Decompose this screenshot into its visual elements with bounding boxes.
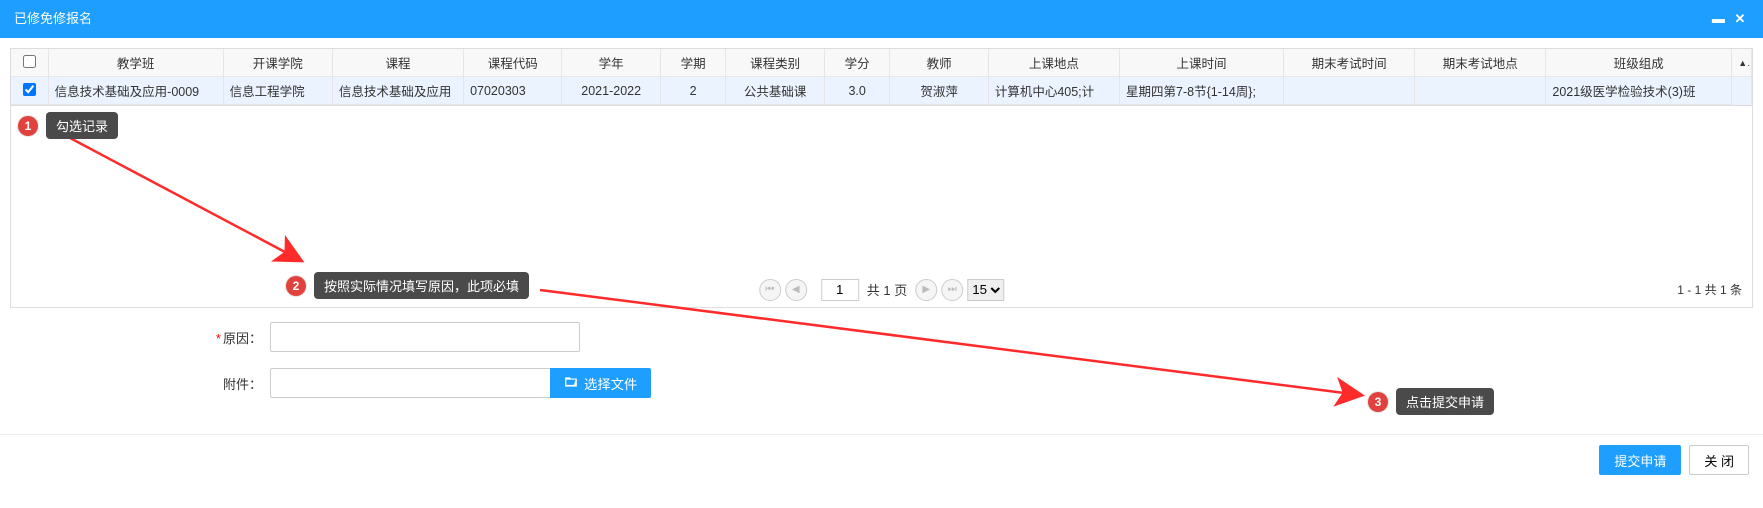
cell: 2021-2022: [562, 77, 660, 105]
cell: 信息工程学院: [223, 77, 332, 105]
col-header: 学年: [562, 49, 660, 77]
cell: 贺淑萍: [890, 77, 988, 105]
col-header: 课程类别: [726, 49, 824, 77]
table-empty-area: [10, 106, 1753, 272]
cell: 3.0: [824, 77, 890, 105]
cell: 2: [660, 77, 726, 105]
folder-open-icon: [564, 375, 578, 392]
pager-last-button[interactable]: ⏭: [941, 279, 963, 301]
reason-label: 原因：: [10, 328, 270, 347]
header-checkbox-cell: [11, 49, 48, 77]
col-header: 课程: [332, 49, 463, 77]
pagination-bar: ⏮ ◀ 共 1 页 ▶ ⏭ 15 1 - 1 共 1 条: [10, 272, 1753, 308]
pager-next-button[interactable]: ▶: [915, 279, 937, 301]
pager-size-select[interactable]: 15: [967, 279, 1004, 301]
cell: 计算机中心405;计: [988, 77, 1119, 105]
table-row[interactable]: 信息技术基础及应用-0009 信息工程学院 信息技术基础及应用 07020303…: [11, 77, 1752, 105]
dialog-footer: 提交申请 关 闭: [0, 434, 1763, 484]
cell: 信息技术基础及应用-0009: [48, 77, 223, 105]
form-area: 原因： 附件： 选择文件: [10, 308, 1753, 414]
col-header: 上课地点: [988, 49, 1119, 77]
vscroll-header: ▲: [1732, 49, 1752, 77]
cell: 星期四第7-8节{1-14周};: [1120, 77, 1284, 105]
col-header: 班级组成: [1546, 49, 1732, 77]
attachment-path-input[interactable]: [270, 368, 550, 398]
cell: 2021级医学检验技术(3)班: [1546, 77, 1732, 105]
window-controls: ▬ ✕: [1709, 0, 1749, 38]
window-titlebar: 已修免修报名 ▬ ✕: [0, 0, 1763, 38]
select-all-checkbox[interactable]: [23, 55, 36, 68]
col-header: 教学班: [48, 49, 223, 77]
col-header: 学分: [824, 49, 890, 77]
reason-input[interactable]: [270, 322, 580, 352]
choose-file-label: 选择文件: [584, 374, 637, 393]
pager-total-text: 共 1 页: [867, 280, 907, 299]
col-header: 期末考试时间: [1284, 49, 1415, 77]
close-icon[interactable]: ✕: [1731, 0, 1749, 38]
pager-prev-button[interactable]: ◀: [785, 279, 807, 301]
horizontal-scrollbar[interactable]: [0, 416, 1763, 434]
cell: 07020303: [464, 77, 562, 105]
cell: [1284, 77, 1415, 105]
choose-file-button[interactable]: 选择文件: [550, 368, 651, 398]
data-table: 教学班 开课学院 课程 课程代码 学年 学期 课程类别 学分 教师 上课地点 上…: [10, 48, 1753, 106]
table-header-row: 教学班 开课学院 课程 课程代码 学年 学期 课程类别 学分 教师 上课地点 上…: [11, 49, 1752, 77]
cell: [1415, 77, 1546, 105]
col-header: 开课学院: [223, 49, 332, 77]
col-header: 学期: [660, 49, 726, 77]
col-header: 课程代码: [464, 49, 562, 77]
attachment-label: 附件：: [10, 374, 270, 393]
minimize-icon[interactable]: ▬: [1709, 0, 1727, 38]
col-header: 教师: [890, 49, 988, 77]
pager-range-text: 1 - 1 共 1 条: [1677, 281, 1742, 298]
close-button[interactable]: 关 闭: [1689, 445, 1749, 475]
pager-page-input[interactable]: [821, 279, 859, 301]
window-title: 已修免修报名: [14, 0, 92, 38]
col-header: 上课时间: [1120, 49, 1284, 77]
row-checkbox[interactable]: [23, 83, 36, 96]
cell: 信息技术基础及应用: [332, 77, 463, 105]
submit-button[interactable]: 提交申请: [1599, 445, 1681, 475]
row-checkbox-cell: [11, 77, 48, 105]
cell: 公共基础课: [726, 77, 824, 105]
pager-first-button[interactable]: ⏮: [759, 279, 781, 301]
col-header: 期末考试地点: [1415, 49, 1546, 77]
